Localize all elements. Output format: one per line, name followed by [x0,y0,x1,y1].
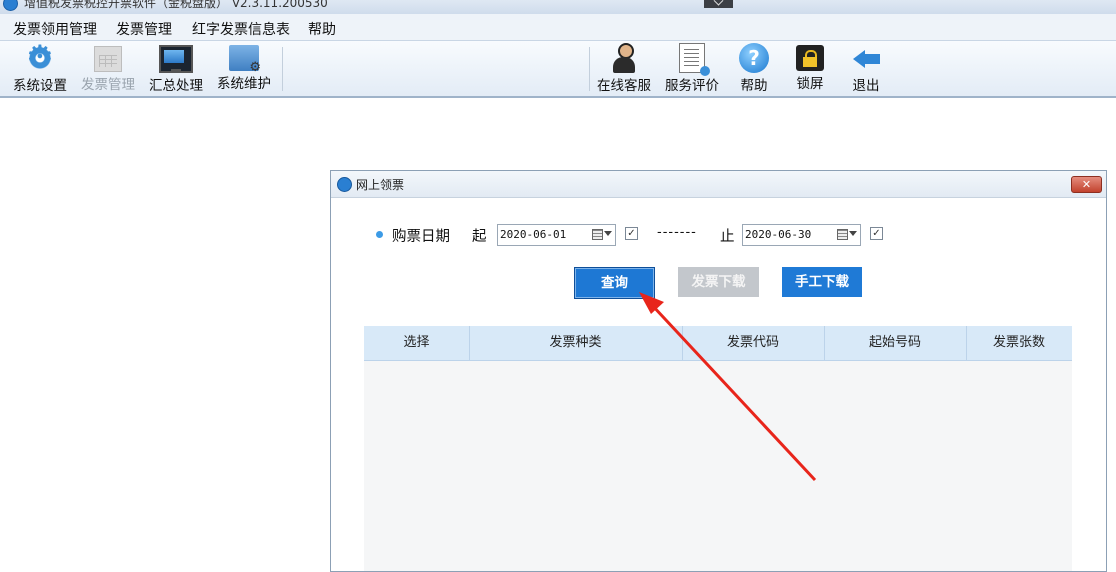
start-date-label: 起 [472,229,487,245]
toolbar: 系统设置 发票管理 汇总处理 系统维护 在线客服 服务评价 ? 帮助 锁屏 退出 [0,39,1116,98]
online-service-button[interactable]: 在线客服 [592,43,656,95]
system-settings-label: 系统设置 [13,78,67,94]
folder-gear-icon [229,45,261,75]
system-maintenance-button[interactable]: 系统维护 [212,43,276,95]
close-button[interactable]: ✕ [1071,176,1102,193]
calendar-dropdown-icon[interactable] [837,228,857,241]
help-button[interactable]: ? 帮助 [722,43,786,95]
toolbar-divider [589,47,590,91]
date-range-separator: ------- [657,225,697,240]
invoice-management-label: 发票管理 [81,77,135,93]
service-rating-button[interactable]: 服务评价 [660,43,724,95]
system-maintenance-label: 系统维护 [217,76,271,92]
dialog-titlebar: 网上领票 ✕ [331,171,1106,198]
dialog-app-icon [337,177,352,192]
table-header: 选择 发票种类 发票代码 起始号码 发票张数 [364,326,1072,361]
lock-screen-label: 锁屏 [796,76,824,92]
exit-arrow-icon [851,43,881,73]
column-header-invoice-code[interactable]: 发票代码 [682,326,825,360]
menu-invoice-management[interactable]: 发票管理 [116,19,172,39]
help-icon: ? [739,43,769,73]
toolbar-divider [282,47,283,91]
menu-help[interactable]: 帮助 [308,19,336,39]
calendar-dropdown-icon[interactable] [592,228,612,241]
system-settings-button[interactable]: 系统设置 [8,39,72,95]
start-date-checkbox[interactable]: ✓ [625,227,638,240]
online-service-label: 在线客服 [597,78,651,94]
lock-icon [796,45,824,71]
invoice-download-button[interactable]: 发票下载 [678,267,759,297]
online-invoice-dialog: 网上领票 ✕ 购票日期 起 2020-06-01 ✓ ------- 止 202… [330,170,1107,572]
invoice-management-button[interactable]: 发票管理 [76,43,140,95]
end-date-value: 2020-06-30 [745,228,812,241]
chevron-down-icon[interactable] [704,0,733,8]
exit-button[interactable]: 退出 [834,43,898,95]
end-date-checkbox[interactable]: ✓ [870,227,883,240]
app-logo-icon [3,0,18,11]
summary-processing-label: 汇总处理 [149,78,203,94]
query-button[interactable]: 查询 [574,267,655,299]
column-header-select[interactable]: 选择 [364,326,470,360]
end-date-label: 止 [720,229,735,245]
bullet-icon [376,231,383,238]
window-titlebar: 增值税发票税控开票软件（金税盘版） V2.3.11.200530 [0,0,1116,14]
dialog-title: 网上领票 [356,178,405,192]
purchase-date-label: 购票日期 [392,229,450,245]
date-filter-row: 购票日期 起 2020-06-01 ✓ ------- 止 2020-06-30… [331,224,1106,246]
column-header-invoice-type[interactable]: 发票种类 [469,326,683,360]
exit-label: 退出 [852,78,880,94]
clipboard-icon [679,43,710,76]
help-label: 帮助 [740,78,768,94]
end-date-picker[interactable]: 2020-06-30 [742,224,861,246]
start-date-value: 2020-06-01 [500,228,567,241]
column-header-start-number[interactable]: 起始号码 [824,326,967,360]
column-header-invoice-count[interactable]: 发票张数 [966,326,1072,360]
invoice-grid-icon [94,46,122,72]
service-rating-label: 服务评价 [665,78,719,94]
monitor-icon [159,45,193,73]
menu-invoice-issue[interactable]: 发票领用管理 [13,19,97,39]
invoice-table: 选择 发票种类 发票代码 起始号码 发票张数 [364,326,1072,571]
summary-processing-button[interactable]: 汇总处理 [144,43,208,95]
gear-icon [25,39,55,75]
manual-download-button[interactable]: 手工下载 [782,267,862,297]
lock-screen-button[interactable]: 锁屏 [778,43,842,95]
window-title: 增值税发票税控开票软件（金税盘版） V2.3.11.200530 [24,0,328,10]
menu-bar: 发票领用管理 发票管理 红字发票信息表 帮助 [0,14,1116,41]
start-date-picker[interactable]: 2020-06-01 [497,224,616,246]
person-icon [609,43,639,73]
menu-red-invoice-info[interactable]: 红字发票信息表 [192,19,290,39]
